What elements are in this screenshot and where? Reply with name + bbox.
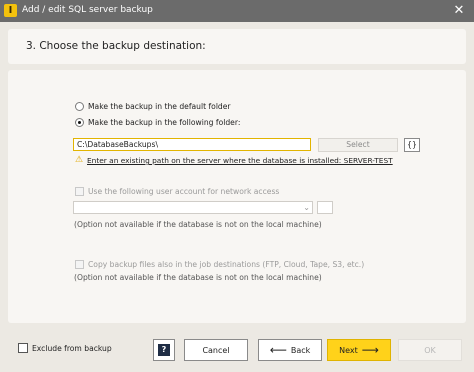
chevron-down-icon: ⌄ <box>303 203 310 212</box>
step-header: 3. Choose the backup destination: <box>8 29 466 64</box>
copy-destinations-label: Copy backup files also in the job destin… <box>88 260 365 269</box>
network-account-extra-button[interactable] <box>317 201 333 214</box>
cancel-label: Cancel <box>202 345 230 355</box>
radio-following-folder[interactable] <box>75 118 84 127</box>
help-icon: ? <box>158 344 170 356</box>
ok-label: OK <box>424 345 436 355</box>
warning-icon: ⚠ <box>75 155 84 165</box>
back-button[interactable]: ⟵ Back <box>258 339 322 361</box>
next-button[interactable]: Next ⟶ <box>327 339 391 361</box>
backup-path-input[interactable]: C:\DatabaseBackups\ <box>73 138 311 151</box>
select-folder-button[interactable]: Select <box>318 138 398 152</box>
network-account-label: Use the following user account for netwo… <box>88 187 280 196</box>
arrow-left-icon: ⟵ <box>269 343 287 357</box>
network-account-note: (Option not available if the database is… <box>74 220 322 229</box>
exclude-from-backup-label[interactable]: Exclude from backup <box>32 344 112 353</box>
radio-default-folder[interactable] <box>75 102 84 111</box>
copy-destinations-checkbox[interactable] <box>75 260 84 269</box>
copy-destinations-note: (Option not available if the database is… <box>74 273 322 282</box>
app-logo-icon: I <box>4 4 17 17</box>
arrow-right-icon: ⟶ <box>361 343 379 357</box>
help-button[interactable]: ? <box>153 339 175 361</box>
ok-button[interactable]: OK <box>398 339 462 361</box>
next-label: Next <box>339 345 358 355</box>
back-label: Back <box>290 345 311 355</box>
title-bar: I Add / edit SQL server backup ✕ <box>0 0 474 22</box>
variables-button[interactable]: {} <box>404 138 420 152</box>
network-account-checkbox[interactable] <box>75 187 84 196</box>
cancel-button[interactable]: Cancel <box>184 339 248 361</box>
window-title: Add / edit SQL server backup <box>22 5 153 15</box>
close-button[interactable]: ✕ <box>444 0 474 22</box>
warning-message: Enter an existing path on the server whe… <box>87 156 393 165</box>
radio-following-folder-label[interactable]: Make the backup in the following folder: <box>88 118 240 127</box>
exclude-from-backup-checkbox[interactable] <box>18 343 28 353</box>
step-title: 3. Choose the backup destination: <box>26 40 206 52</box>
radio-default-folder-label[interactable]: Make the backup in the default folder <box>88 102 231 111</box>
network-account-combo[interactable]: ⌄ <box>73 201 313 214</box>
